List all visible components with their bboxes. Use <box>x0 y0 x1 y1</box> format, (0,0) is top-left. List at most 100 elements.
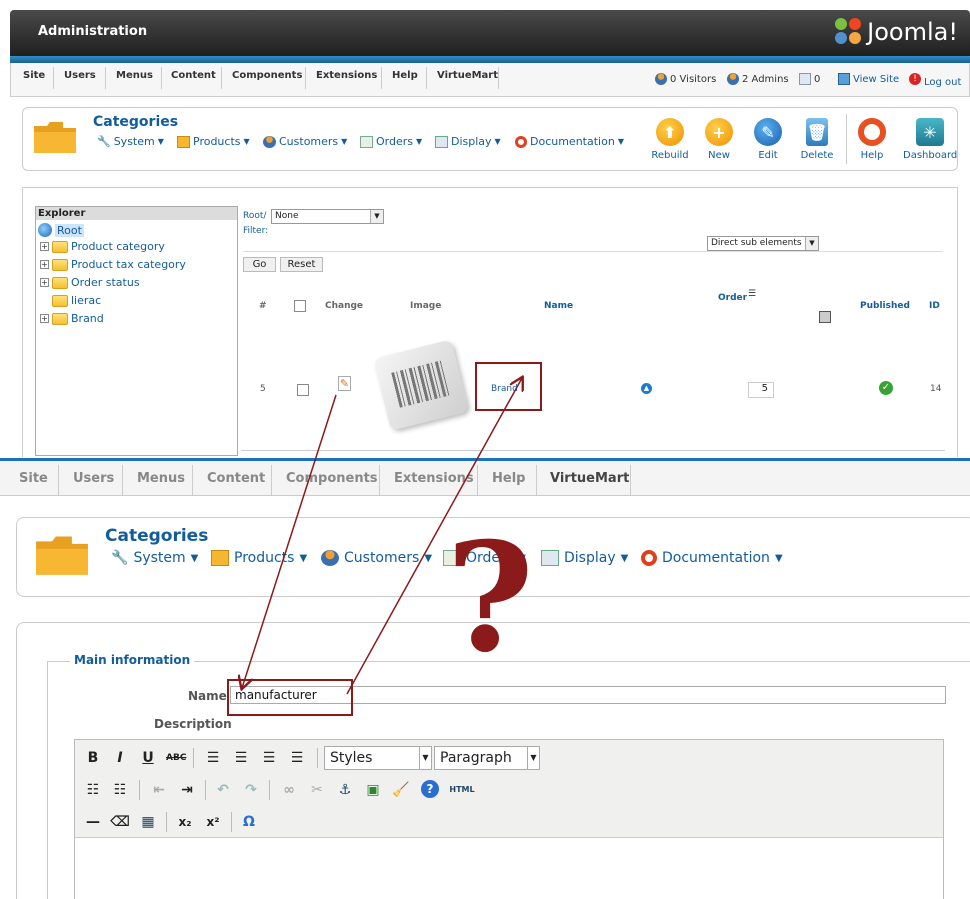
row-checkbox[interactable] <box>297 384 309 396</box>
menu-menus[interactable]: Menus <box>137 471 185 486</box>
menu-help[interactable]: Help <box>492 471 525 486</box>
logout-link[interactable]: ! Log out <box>909 69 961 88</box>
strikethrough-button[interactable]: ABC <box>166 748 186 768</box>
cleanup-icon[interactable]: 🧹 <box>391 780 411 800</box>
edit-button[interactable]: ✎ Edit <box>743 118 793 161</box>
col-header-name[interactable]: Name <box>544 301 573 311</box>
submenu-customers[interactable]: Customers ▼ <box>263 135 347 148</box>
submenu-products[interactable]: Products ▼ <box>177 135 250 148</box>
expand-icon[interactable]: + <box>40 260 49 269</box>
horizontal-rule-icon[interactable]: — <box>83 812 103 832</box>
menu-users[interactable]: Users <box>73 471 114 486</box>
menu-menus[interactable]: Menus <box>116 70 153 81</box>
format-select[interactable]: Paragraph ▼ <box>434 746 540 770</box>
tree-item-brand[interactable]: + Brand <box>40 312 104 325</box>
align-center-icon[interactable]: ☰ <box>231 748 251 768</box>
tree-item-product-category[interactable]: + Product category <box>40 240 165 253</box>
italic-button[interactable]: I <box>110 748 130 768</box>
admin-title: Administration <box>38 24 148 39</box>
editor-content-area[interactable] <box>75 838 943 899</box>
align-justify-icon[interactable]: ☰ <box>287 748 307 768</box>
undo-icon[interactable]: ↶ <box>213 780 233 800</box>
menu-help[interactable]: Help <box>392 70 418 81</box>
link-icon[interactable]: ∞ <box>279 780 299 800</box>
expand-icon[interactable]: + <box>40 314 49 323</box>
menu-content[interactable]: Content <box>207 471 265 486</box>
menu-components[interactable]: Components <box>286 471 378 486</box>
tree-item-product-tax-category[interactable]: + Product tax category <box>40 258 186 271</box>
edit-row-icon[interactable]: ✎ <box>338 376 351 391</box>
image-icon[interactable]: ▣ <box>363 780 383 800</box>
menu-extensions[interactable]: Extensions <box>394 471 474 486</box>
menu-site[interactable]: Site <box>23 70 45 81</box>
table-icon[interactable]: ▦ <box>138 812 158 832</box>
tree-item-order-status[interactable]: + Order status <box>40 276 140 289</box>
numbered-list-icon[interactable]: ☷ <box>110 780 130 800</box>
bullet-list-icon[interactable]: ☷ <box>83 780 103 800</box>
menu-components[interactable]: Components <box>232 70 302 81</box>
superscript-icon[interactable]: x² <box>203 812 223 832</box>
menu-site[interactable]: Site <box>19 471 48 486</box>
expand-icon[interactable]: + <box>40 242 49 251</box>
help-icon[interactable]: ? <box>421 780 439 798</box>
align-left-icon[interactable]: ☰ <box>203 748 223 768</box>
align-right-icon[interactable]: ☰ <box>259 748 279 768</box>
submenu-documentation[interactable]: Documentation ▼ <box>515 135 624 148</box>
submenu-system[interactable]: 🔧 System ▼ <box>97 135 164 148</box>
menu-extensions[interactable]: Extensions <box>316 70 377 81</box>
submenu-display-label: Display <box>451 135 492 148</box>
submenu-products[interactable]: Products ▼ <box>211 550 307 566</box>
submenu-orders[interactable]: Orders ▼ <box>360 135 422 148</box>
display-icon <box>435 135 448 148</box>
new-button[interactable]: + New <box>694 118 744 161</box>
special-char-icon[interactable]: Ω <box>239 812 259 832</box>
submenu-system[interactable]: 🔧 System ▼ <box>111 550 198 566</box>
expand-icon[interactable]: + <box>40 278 49 287</box>
rebuild-button[interactable]: ⬆ Rebuild <box>645 118 695 161</box>
submenu-orders[interactable]: Orders ▼ <box>443 550 526 566</box>
scope-select[interactable]: Direct sub elements ▼ <box>707 236 819 251</box>
help-button[interactable]: Help <box>847 118 897 161</box>
submenu-display[interactable]: Display ▼ <box>435 135 501 148</box>
menu-divider <box>498 67 499 89</box>
dashboard-button[interactable]: ✳ Dashboard <box>903 118 957 161</box>
move-up-icon[interactable]: ▲ <box>641 383 652 394</box>
row-order-input[interactable]: 5 <box>748 382 774 398</box>
description-editor[interactable]: B I U ABC ☰ ☰ ☰ ☰ Styles ▼ Paragraph ▼ ☷… <box>74 739 944 899</box>
col-header-order[interactable]: Order <box>718 293 747 303</box>
underline-button[interactable]: U <box>138 748 158 768</box>
outdent-icon[interactable]: ⇤ <box>149 780 169 800</box>
tree-root[interactable]: Root <box>38 223 84 237</box>
submenu-customers[interactable]: Customers ▼ <box>321 550 432 566</box>
chevron-down-icon: ▼ <box>419 747 431 769</box>
go-button[interactable]: Go <box>243 257 276 272</box>
subscript-icon[interactable]: x₂ <box>175 812 195 832</box>
styles-select[interactable]: Styles ▼ <box>324 746 432 770</box>
reset-button[interactable]: Reset <box>280 257 323 272</box>
root-select[interactable]: None ▼ <box>271 209 384 224</box>
select-all-checkbox[interactable] <box>294 300 306 312</box>
bold-button[interactable]: B <box>83 748 103 768</box>
menu-virtuemart[interactable]: VirtueMart <box>437 70 498 81</box>
redo-icon[interactable]: ↷ <box>241 780 261 800</box>
tree-item-lierac[interactable]: lierac <box>52 294 101 307</box>
html-source-button[interactable]: HTML <box>449 780 475 800</box>
submenu-display[interactable]: Display ▼ <box>541 550 628 566</box>
col-header-published[interactable]: Published <box>860 301 910 311</box>
sort-icon[interactable]: ☰ <box>748 289 756 299</box>
delete-button[interactable]: 🗑 Delete <box>792 118 842 161</box>
messages-status[interactable]: 0 <box>799 73 820 85</box>
menu-virtuemart[interactable]: VirtueMart <box>550 471 629 486</box>
unlink-icon[interactable]: ✂ <box>307 780 327 800</box>
published-check-icon[interactable]: ✓ <box>879 381 893 395</box>
eraser-icon[interactable]: ⌫ <box>110 812 130 832</box>
users-icon <box>727 73 739 85</box>
anchor-icon[interactable]: ⚓ <box>335 780 355 800</box>
submenu-documentation[interactable]: Documentation ▼ <box>641 550 783 566</box>
menu-users[interactable]: Users <box>64 70 96 81</box>
col-header-id[interactable]: ID <box>929 301 940 311</box>
indent-icon[interactable]: ⇥ <box>177 780 197 800</box>
menu-content[interactable]: Content <box>171 70 216 81</box>
view-site-link[interactable]: View Site <box>838 73 899 85</box>
save-order-icon[interactable] <box>819 311 831 323</box>
